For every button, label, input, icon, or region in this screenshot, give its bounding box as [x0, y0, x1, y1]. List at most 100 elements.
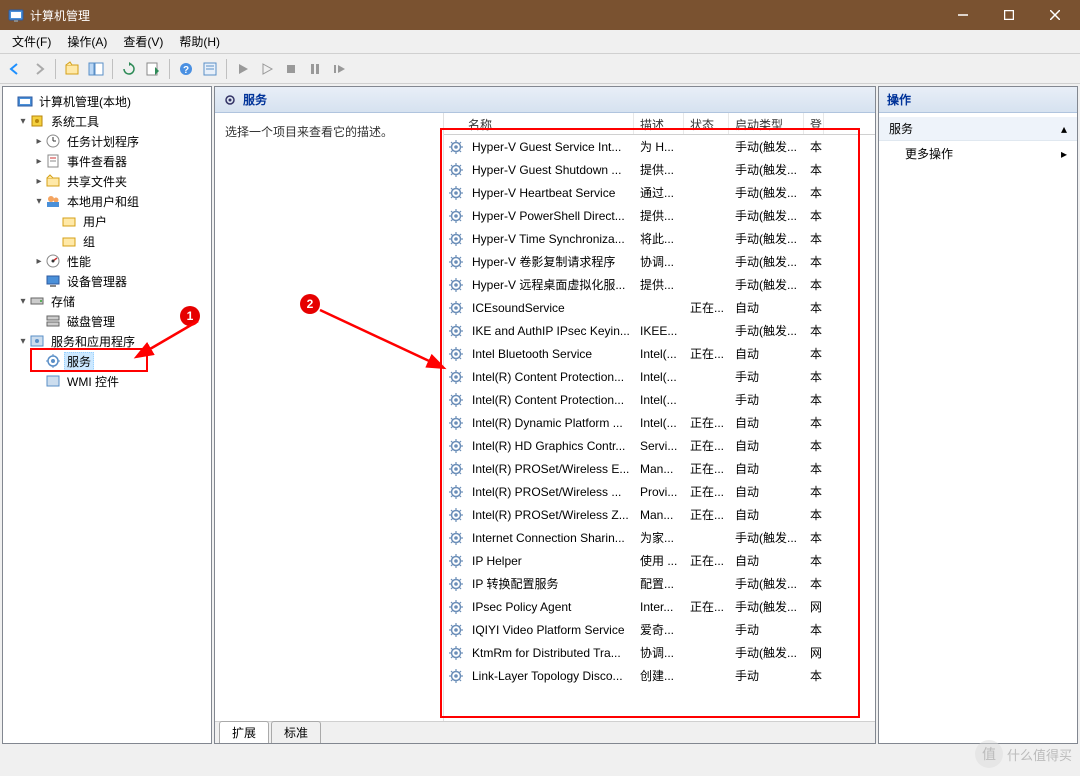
service-row[interactable]: Intel(R) Dynamic Platform ...Intel(...正在… [444, 411, 875, 434]
service-row[interactable]: Hyper-V Time Synchroniza...将此...手动(触发...… [444, 227, 875, 250]
service-gear-icon [448, 208, 464, 224]
service-row[interactable]: Hyper-V Guest Service Int...为 H...手动(触发.… [444, 135, 875, 158]
service-desc: Man... [636, 462, 686, 476]
pause-start-button[interactable] [256, 58, 278, 80]
tree-disk-management[interactable]: 磁盘管理 [3, 311, 211, 331]
service-startup: 手动(触发... [731, 184, 806, 201]
tab-extended[interactable]: 扩展 [219, 721, 269, 743]
service-name: IP Helper [468, 554, 636, 568]
tree-panel[interactable]: 计算机管理(本地) ▾系统工具 ▸任务计划程序 ▸事件查看器 ▸共享文件夹 ▾本… [2, 86, 212, 744]
maximize-button[interactable] [986, 0, 1032, 30]
services-list[interactable]: 名称 描述 状态 启动类型 登 Hyper-V Guest Service In… [443, 113, 875, 721]
service-desc: 协调... [636, 644, 686, 661]
show-hide-tree-button[interactable] [85, 58, 107, 80]
tree-device-manager[interactable]: 设备管理器 [3, 271, 211, 291]
start-service-button[interactable] [232, 58, 254, 80]
service-row[interactable]: IQIYI Video Platform Service爱奇...手动本 [444, 618, 875, 641]
service-row[interactable]: Link-Layer Topology Disco...创建...手动本 [444, 664, 875, 687]
service-desc: IKEE... [636, 324, 686, 338]
service-row[interactable]: Intel(R) PROSet/Wireless ...Provi...正在..… [444, 480, 875, 503]
stop-service-button[interactable] [280, 58, 302, 80]
service-row[interactable]: IKE and AuthIP IPsec Keyin...IKEE...手动(触… [444, 319, 875, 342]
tree-local-users[interactable]: ▾本地用户和组 [3, 191, 211, 211]
center-tabs: 扩展 标准 [215, 721, 875, 743]
col-status[interactable]: 状态 [684, 113, 729, 134]
service-row[interactable]: Hyper-V Heartbeat Service通过...手动(触发...本 [444, 181, 875, 204]
help-button[interactable]: ? [175, 58, 197, 80]
service-row[interactable]: Intel(R) HD Graphics Contr...Servi...正在.… [444, 434, 875, 457]
service-row[interactable]: IPsec Policy AgentInter...正在...手动(触发...网 [444, 595, 875, 618]
back-button[interactable] [4, 58, 26, 80]
service-row[interactable]: Intel(R) Content Protection...Intel(...手… [444, 365, 875, 388]
service-gear-icon [448, 277, 464, 293]
col-logon[interactable]: 登 [804, 113, 824, 134]
service-row[interactable]: ICEsoundService正在...自动本 [444, 296, 875, 319]
up-button[interactable] [61, 58, 83, 80]
tree-services[interactable]: 服务 [3, 351, 211, 371]
service-startup: 手动(触发... [731, 276, 806, 293]
tree-system-tools[interactable]: ▾系统工具 [3, 111, 211, 131]
service-gear-icon [448, 484, 464, 500]
tree-shared-folders[interactable]: ▸共享文件夹 [3, 171, 211, 191]
tree-storage[interactable]: ▾存储 [3, 291, 211, 311]
service-row[interactable]: Internet Connection Sharin...为家...手动(触发.… [444, 526, 875, 549]
tree-wmi[interactable]: WMI 控件 [3, 371, 211, 391]
service-gear-icon [448, 576, 464, 592]
service-gear-icon [448, 185, 464, 201]
tab-standard[interactable]: 标准 [271, 721, 321, 743]
service-desc: 通过... [636, 184, 686, 201]
service-row[interactable]: Intel(R) Content Protection...Intel(...手… [444, 388, 875, 411]
service-status: 正在... [686, 552, 731, 569]
tree-groups[interactable]: 组 [3, 231, 211, 251]
col-name[interactable]: 名称 [444, 113, 634, 134]
restart-service-button[interactable] [328, 58, 350, 80]
col-description[interactable]: 描述 [634, 113, 684, 134]
service-startup: 手动 [731, 667, 806, 684]
service-name: Intel(R) Dynamic Platform ... [468, 416, 636, 430]
tree-root[interactable]: 计算机管理(本地) [3, 91, 211, 111]
service-gear-icon [448, 622, 464, 638]
export-button[interactable] [142, 58, 164, 80]
tree-services-apps[interactable]: ▾服务和应用程序 [3, 331, 211, 351]
tree-users[interactable]: 用户 [3, 211, 211, 231]
service-row[interactable]: Intel(R) PROSet/Wireless E...Man...正在...… [444, 457, 875, 480]
list-header[interactable]: 名称 描述 状态 启动类型 登 [444, 113, 875, 135]
service-row[interactable]: IP 转换配置服务配置...手动(触发...本 [444, 572, 875, 595]
tree-performance[interactable]: ▸性能 [3, 251, 211, 271]
menu-action[interactable]: 操作(A) [59, 31, 115, 52]
properties-button[interactable] [199, 58, 221, 80]
pause-service-button[interactable] [304, 58, 326, 80]
service-startup: 手动(触发... [731, 529, 806, 546]
service-row[interactable]: Hyper-V 远程桌面虚拟化服...提供...手动(触发...本 [444, 273, 875, 296]
actions-section-services[interactable]: 服务 ▴ [879, 117, 1077, 141]
close-button[interactable] [1032, 0, 1078, 30]
service-logon: 本 [806, 184, 826, 201]
forward-button[interactable] [28, 58, 50, 80]
col-startup[interactable]: 启动类型 [729, 113, 804, 134]
action-more[interactable]: 更多操作 ▸ [879, 141, 1077, 166]
service-row[interactable]: Hyper-V 卷影复制请求程序协调...手动(触发...本 [444, 250, 875, 273]
minimize-button[interactable] [940, 0, 986, 30]
service-gear-icon [448, 599, 464, 615]
service-row[interactable]: Hyper-V Guest Shutdown ...提供...手动(触发...本 [444, 158, 875, 181]
menu-view[interactable]: 查看(V) [115, 31, 171, 52]
tree-task-scheduler[interactable]: ▸任务计划程序 [3, 131, 211, 151]
menu-file[interactable]: 文件(F) [4, 31, 59, 52]
service-name: KtmRm for Distributed Tra... [468, 646, 636, 660]
refresh-button[interactable] [118, 58, 140, 80]
service-name: IPsec Policy Agent [468, 600, 636, 614]
description-pane: 选择一个项目来查看它的描述。 [215, 113, 443, 721]
service-name: Hyper-V Guest Service Int... [468, 140, 636, 154]
menu-help[interactable]: 帮助(H) [171, 31, 228, 52]
service-row[interactable]: Hyper-V PowerShell Direct...提供...手动(触发..… [444, 204, 875, 227]
service-row[interactable]: IP Helper使用 ...正在...自动本 [444, 549, 875, 572]
service-row[interactable]: KtmRm for Distributed Tra...协调...手动(触发..… [444, 641, 875, 664]
service-row[interactable]: Intel Bluetooth ServiceIntel(...正在...自动本 [444, 342, 875, 365]
tree-event-viewer[interactable]: ▸事件查看器 [3, 151, 211, 171]
service-desc: Inter... [636, 600, 686, 614]
svg-text:?: ? [183, 65, 189, 76]
service-logon: 本 [806, 506, 826, 523]
service-name: Intel Bluetooth Service [468, 347, 636, 361]
service-row[interactable]: Intel(R) PROSet/Wireless Z...Man...正在...… [444, 503, 875, 526]
service-desc: 提供... [636, 276, 686, 293]
